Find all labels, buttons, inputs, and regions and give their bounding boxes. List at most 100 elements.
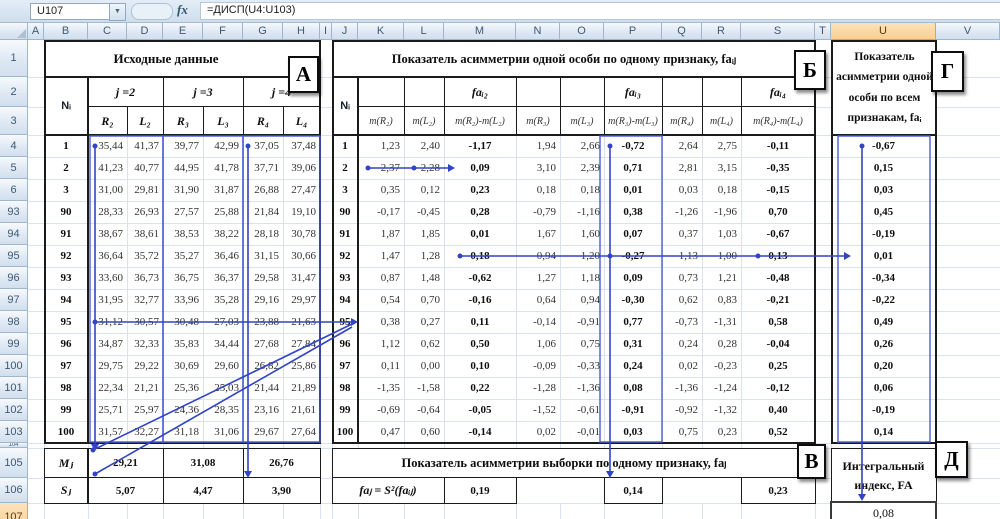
data-cell[interactable]: 39,06 xyxy=(283,157,320,179)
data-cell[interactable]: 0,71 xyxy=(604,157,662,179)
data-cell[interactable]: 1,21 xyxy=(702,267,741,289)
data-cell[interactable]: 0,27 xyxy=(404,311,444,333)
data-cell[interactable]: 0,01 xyxy=(444,223,516,245)
data-cell[interactable]: 1,27 xyxy=(516,267,560,289)
t-sub-header[interactable]: т(L₃) xyxy=(560,107,604,135)
data-cell[interactable]: -0,48 xyxy=(741,267,815,289)
data-cell[interactable]: -1,96 xyxy=(702,201,741,223)
data-cell[interactable]: 0,94 xyxy=(516,245,560,267)
data-cell[interactable]: -0,69 xyxy=(358,399,404,421)
data-cell[interactable]: 0,35 xyxy=(358,179,404,201)
row-header-105[interactable]: 105 xyxy=(0,448,28,478)
row-num-cell[interactable]: 96 xyxy=(332,333,358,355)
data-cell[interactable]: 21,84 xyxy=(243,201,283,223)
data-cell[interactable]: 29,22 xyxy=(127,355,163,377)
data-cell[interactable]: 0,50 xyxy=(444,333,516,355)
column-header-O[interactable]: O xyxy=(560,22,604,40)
data-cell[interactable]: 27,64 xyxy=(283,421,320,443)
ni-header[interactable]: Nᵢ xyxy=(332,77,358,135)
data-cell[interactable]: -1,16 xyxy=(560,201,604,223)
data-cell[interactable]: 0,07 xyxy=(604,223,662,245)
data-cell[interactable]: 1,94 xyxy=(516,135,560,157)
ni-header[interactable]: Nᵢ xyxy=(44,77,88,135)
column-header-R[interactable]: R xyxy=(702,22,741,40)
data-cell[interactable]: 37,05 xyxy=(243,135,283,157)
data-cell[interactable]: 2,81 xyxy=(662,157,702,179)
m-value[interactable]: 31,08 xyxy=(163,448,243,478)
data-cell[interactable]: 35,44 xyxy=(88,135,127,157)
data-cell[interactable]: 0,94 xyxy=(560,289,604,311)
data-cell[interactable]: 0,62 xyxy=(404,333,444,355)
data-cell[interactable]: 31,95 xyxy=(88,289,127,311)
data-cell[interactable]: 0,09 xyxy=(444,157,516,179)
data-cell[interactable]: 0,60 xyxy=(404,421,444,443)
row-num-cell[interactable]: 95 xyxy=(44,311,88,333)
fa-j-value[interactable]: 0,19 xyxy=(444,478,516,503)
row-num-cell[interactable]: 1 xyxy=(44,135,88,157)
data-cell[interactable]: 1,23 xyxy=(358,135,404,157)
data-cell[interactable]: 35,28 xyxy=(203,289,243,311)
l-header[interactable]: L₄ xyxy=(283,107,320,135)
data-cell[interactable]: -0,91 xyxy=(560,311,604,333)
data-cell[interactable]: 0,75 xyxy=(560,333,604,355)
data-cell[interactable]: -0,30 xyxy=(604,289,662,311)
data-cell[interactable]: 0,10 xyxy=(444,355,516,377)
j-group-header[interactable]: j =2 xyxy=(88,77,163,107)
data-cell[interactable]: 25,88 xyxy=(203,201,243,223)
data-cell[interactable]: 31,87 xyxy=(203,179,243,201)
data-cell[interactable]: -0,12 xyxy=(741,377,815,399)
row-header-93[interactable]: 93 xyxy=(0,201,28,223)
m-value[interactable]: 29,21 xyxy=(88,448,163,478)
data-cell[interactable]: 1,18 xyxy=(560,267,604,289)
fa-i-cell[interactable]: 0,49 xyxy=(831,311,936,333)
data-cell[interactable]: 0,70 xyxy=(404,289,444,311)
data-cell[interactable]: -1,28 xyxy=(516,377,560,399)
data-cell[interactable]: 0,70 xyxy=(741,201,815,223)
data-cell[interactable]: 0,23 xyxy=(444,179,516,201)
row-header-107[interactable]: 107 xyxy=(0,503,28,519)
data-cell[interactable]: -0,92 xyxy=(662,399,702,421)
m-row-label[interactable]: Mⱼ xyxy=(44,448,88,478)
row-num-cell[interactable]: 100 xyxy=(44,421,88,443)
column-header-D[interactable]: D xyxy=(127,22,163,40)
t-sub-header[interactable]: т(R₄)-т(L₄) xyxy=(741,107,815,135)
data-cell[interactable]: -1,35 xyxy=(358,377,404,399)
data-cell[interactable]: 26,82 xyxy=(243,355,283,377)
fa-group-header[interactable]: faᵢ₃ xyxy=(604,77,662,107)
data-cell[interactable]: 1,06 xyxy=(516,333,560,355)
data-cell[interactable]: 30,66 xyxy=(283,245,320,267)
data-cell[interactable]: 26,93 xyxy=(127,201,163,223)
fa-j-value[interactable]: 0,14 xyxy=(604,478,662,503)
s-row-label[interactable]: Sⱼ xyxy=(44,478,88,503)
data-cell[interactable]: -0,61 xyxy=(560,399,604,421)
data-cell[interactable]: 25,86 xyxy=(283,355,320,377)
name-box[interactable]: U107 xyxy=(30,3,110,20)
data-cell[interactable]: 32,33 xyxy=(127,333,163,355)
fa-i-cell[interactable]: 0,03 xyxy=(831,179,936,201)
data-cell[interactable]: 21,44 xyxy=(243,377,283,399)
data-cell[interactable]: 41,37 xyxy=(127,135,163,157)
data-cell[interactable]: 0,24 xyxy=(604,355,662,377)
data-cell[interactable]: 28,35 xyxy=(203,399,243,421)
data-cell[interactable]: 26,88 xyxy=(243,179,283,201)
data-cell[interactable]: 0,08 xyxy=(604,377,662,399)
fa-i-cell[interactable]: 0,15 xyxy=(831,157,936,179)
row-header-3[interactable]: 3 xyxy=(0,107,28,135)
data-cell[interactable]: -0,27 xyxy=(604,245,662,267)
data-cell[interactable]: 31,15 xyxy=(243,245,283,267)
row-num-cell[interactable]: 90 xyxy=(332,201,358,223)
data-cell[interactable]: 0,73 xyxy=(662,267,702,289)
data-cell[interactable]: 1,47 xyxy=(358,245,404,267)
data-cell[interactable]: 0,09 xyxy=(604,267,662,289)
data-cell[interactable]: 0,28 xyxy=(444,201,516,223)
data-cell[interactable]: 0,37 xyxy=(662,223,702,245)
row-num-cell[interactable]: 99 xyxy=(44,399,88,421)
data-cell[interactable]: -1,32 xyxy=(702,399,741,421)
data-cell[interactable]: 0,58 xyxy=(741,311,815,333)
column-header-U[interactable]: U xyxy=(831,22,936,40)
column-header-N[interactable]: N xyxy=(516,22,560,40)
data-cell[interactable]: -0,64 xyxy=(404,399,444,421)
data-cell[interactable]: -1,36 xyxy=(662,377,702,399)
r-header[interactable]: R₄ xyxy=(243,107,283,135)
row-num-cell[interactable]: 98 xyxy=(332,377,358,399)
